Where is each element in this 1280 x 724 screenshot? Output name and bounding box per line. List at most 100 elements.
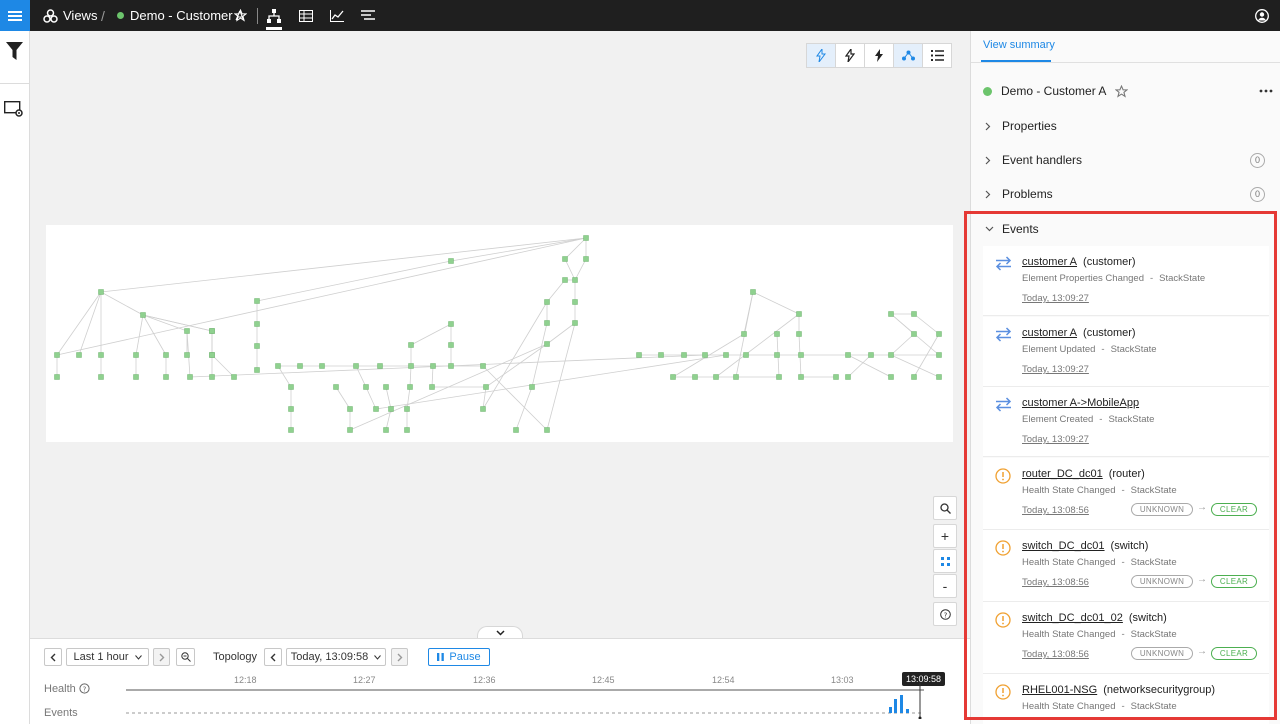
event-timestamp[interactable]: Today, 13:08:56 — [1022, 505, 1089, 516]
direct-relations-button[interactable] — [835, 43, 865, 68]
properties-section[interactable]: Properties — [985, 119, 1275, 133]
event-component-link[interactable]: switch_DC_dc01_02 — [1022, 612, 1123, 624]
zoom-out-button[interactable]: - — [933, 574, 957, 598]
event-timestamp[interactable]: Today, 13:08:56 — [1022, 649, 1089, 660]
topology-node[interactable] — [776, 374, 782, 380]
tab-view-summary[interactable]: View summary — [983, 39, 1055, 51]
topology-node[interactable] — [254, 321, 260, 327]
topology-node[interactable] — [254, 367, 260, 373]
topology-node[interactable] — [572, 277, 578, 283]
topology-node[interactable] — [448, 342, 454, 348]
event-item[interactable]: customer A (customer) Element Updated - Stac… — [983, 317, 1269, 387]
topology-node[interactable] — [98, 374, 104, 380]
topology-node[interactable] — [513, 427, 519, 433]
topology-node[interactable] — [911, 311, 917, 317]
topology-node[interactable] — [377, 363, 383, 369]
topology-node[interactable] — [333, 384, 339, 390]
topology-node[interactable] — [184, 352, 190, 358]
event-timestamp[interactable]: Today, 13:09:27 — [1022, 293, 1089, 304]
topology-node[interactable] — [562, 277, 568, 283]
topology-node[interactable] — [133, 374, 139, 380]
list-button[interactable] — [922, 43, 952, 68]
filter-button[interactable] — [6, 42, 23, 63]
time-prev-button[interactable] — [264, 648, 282, 666]
topology-node[interactable] — [544, 320, 550, 326]
event-component-link[interactable]: customer A — [1022, 327, 1077, 339]
topology-node[interactable] — [231, 374, 237, 380]
topology-node[interactable] — [833, 374, 839, 380]
topology-node[interactable] — [692, 374, 698, 380]
event-item[interactable]: switch_DC_dc01 (switch) Health State Chang… — [983, 530, 1269, 602]
topology-node[interactable] — [347, 406, 353, 412]
topology-node[interactable] — [404, 406, 410, 412]
event-timestamp[interactable]: Today, 13:09:27 — [1022, 364, 1089, 375]
search-button[interactable] — [933, 496, 957, 520]
topology-node[interactable] — [54, 352, 60, 358]
topology-node[interactable] — [353, 363, 359, 369]
topology-node[interactable] — [845, 352, 851, 358]
topology-node[interactable] — [448, 258, 454, 264]
chart-view-button[interactable] — [330, 0, 344, 31]
events-view-button[interactable] — [361, 0, 375, 31]
topology-node[interactable] — [936, 374, 942, 380]
topology-node[interactable] — [388, 406, 394, 412]
event-timestamp[interactable]: Today, 13:09:27 — [1022, 434, 1089, 445]
topology-node[interactable] — [140, 312, 146, 318]
topology-node[interactable] — [936, 352, 942, 358]
topology-node[interactable] — [888, 374, 894, 380]
timeline-track[interactable] — [126, 683, 926, 719]
topology-node[interactable] — [98, 289, 104, 295]
topology-node[interactable] — [383, 384, 389, 390]
topology-node[interactable] — [319, 363, 325, 369]
topology-node[interactable] — [796, 331, 802, 337]
topology-node[interactable] — [798, 352, 804, 358]
event-component-link[interactable]: RHEL001-NSG — [1022, 684, 1097, 696]
topology-node[interactable] — [480, 363, 486, 369]
topology-node[interactable] — [209, 374, 215, 380]
help-button[interactable]: ? — [933, 602, 957, 626]
zoom-timeline-button[interactable] — [176, 648, 195, 666]
topology-node[interactable] — [544, 427, 550, 433]
topology-node[interactable] — [483, 384, 489, 390]
topology-node[interactable] — [544, 299, 550, 305]
topology-node[interactable] — [796, 311, 802, 317]
topology-node[interactable] — [572, 299, 578, 305]
topology-node[interactable] — [774, 352, 780, 358]
topology-node[interactable] — [408, 342, 414, 348]
topology-node[interactable] — [76, 352, 82, 358]
view-settings-button[interactable] — [3, 100, 24, 121]
topology-node[interactable] — [723, 352, 729, 358]
topology-node[interactable] — [404, 427, 410, 433]
event-timestamp[interactable]: Today, 13:08:56 — [1022, 577, 1089, 588]
events-section[interactable]: Events — [985, 222, 1275, 236]
topology-node[interactable] — [54, 374, 60, 380]
topology-node[interactable] — [741, 331, 747, 337]
range-select[interactable]: Last 1 hour — [66, 648, 149, 666]
propagation-button[interactable] — [864, 43, 894, 68]
topology-node[interactable] — [702, 352, 708, 358]
topology-node[interactable] — [743, 352, 749, 358]
event-item[interactable]: customer A (customer) Element Properties C… — [983, 246, 1269, 316]
topology-node[interactable] — [429, 384, 435, 390]
topology-node[interactable] — [209, 328, 215, 334]
topology-node[interactable] — [636, 352, 642, 358]
event-item[interactable]: switch_DC_dc01_02 (switch) Health State Ch… — [983, 602, 1269, 674]
event-item[interactable]: router_DC_dc01 (router) Health State Chang… — [983, 458, 1269, 530]
star-icon[interactable] — [1115, 84, 1129, 98]
topology-node[interactable] — [187, 374, 193, 380]
topology-node[interactable] — [430, 363, 436, 369]
topology-node[interactable] — [774, 331, 780, 337]
topology-node[interactable] — [911, 374, 917, 380]
topology-node[interactable] — [750, 289, 756, 295]
topology-layout-button[interactable] — [893, 43, 923, 68]
table-view-button[interactable] — [299, 0, 313, 31]
topology-node[interactable] — [713, 374, 719, 380]
event-item[interactable]: customer A->MobileApp Element Created - Sta… — [983, 387, 1269, 457]
topology-node[interactable] — [562, 256, 568, 262]
topology-node[interactable] — [529, 384, 535, 390]
topology-node[interactable] — [363, 384, 369, 390]
topology-node[interactable] — [288, 427, 294, 433]
event-handlers-section[interactable]: Event handlers 0 — [985, 152, 1275, 168]
topology-node[interactable] — [670, 374, 676, 380]
views-link[interactable]: Views — [43, 0, 97, 31]
